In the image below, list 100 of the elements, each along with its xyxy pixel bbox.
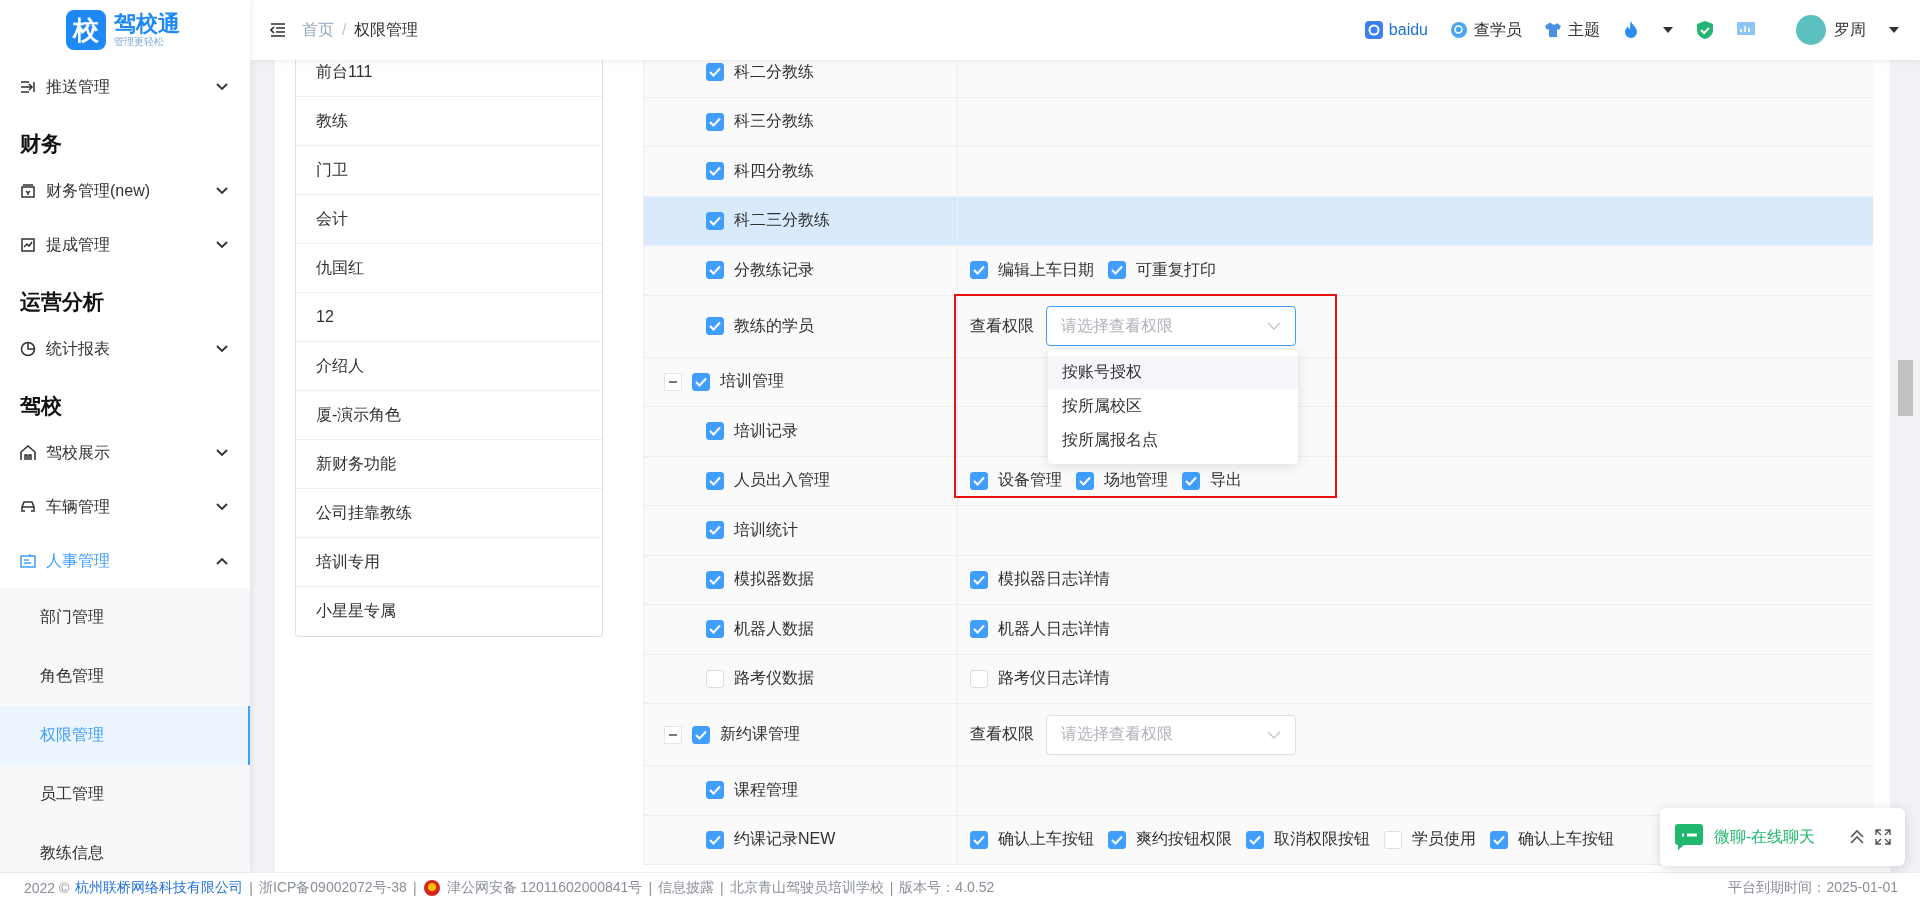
caret-down-icon[interactable] (1888, 26, 1900, 34)
role-item[interactable]: 公司挂靠教练 (296, 489, 602, 538)
building-icon (20, 445, 36, 461)
logo-badge: 校 (66, 10, 106, 50)
checkbox[interactable] (706, 521, 724, 540)
checkbox[interactable] (970, 471, 988, 490)
id-card-icon (20, 553, 36, 569)
collapse-toggle[interactable] (664, 372, 682, 391)
role-item[interactable]: 小星星专属 (296, 587, 602, 636)
permission-label: 路考仪数据 (734, 668, 814, 689)
collapse-toggle[interactable] (664, 725, 682, 744)
checkbox[interactable] (706, 781, 724, 800)
checkbox[interactable] (692, 725, 710, 744)
footer-separator: | (889, 879, 894, 896)
permission-label: 科二三分教练 (734, 210, 830, 231)
sidebar-item[interactable]: 提成管理 (0, 218, 250, 272)
dropdown-option[interactable]: 按所属校区 (1048, 389, 1298, 424)
toolbar-link[interactable]: 主题 (1544, 19, 1600, 41)
checkbox[interactable] (692, 372, 710, 391)
user-name[interactable]: 罗周 (1834, 19, 1866, 41)
breadcrumb-separator: / (342, 21, 347, 39)
chevron-down-icon (216, 449, 228, 457)
checkbox[interactable] (706, 830, 724, 849)
checkbox[interactable] (970, 261, 988, 280)
toolbar-link[interactable]: baidu (1364, 21, 1428, 39)
permission-label: 新约课管理 (720, 724, 800, 744)
sidebar-item[interactable]: 车辆管理 (0, 480, 250, 534)
chart-icon (20, 237, 36, 253)
shirt-icon (1544, 21, 1562, 39)
sidebar-item[interactable]: 财务管理(new) (0, 164, 250, 218)
checkbox[interactable] (706, 63, 724, 82)
checkbox[interactable] (706, 261, 724, 280)
checkbox[interactable] (706, 211, 724, 230)
checkbox[interactable] (706, 162, 724, 181)
footer-text: 版本号：4.0.52 (899, 878, 995, 897)
role-item[interactable]: 前台111 (296, 60, 602, 97)
role-item[interactable]: 厦-演示角色 (296, 391, 602, 440)
permission-label: 人员出入管理 (734, 470, 830, 491)
scrollbar-thumb[interactable] (1897, 360, 1913, 416)
car-icon (20, 499, 36, 515)
sidebar-subitem[interactable]: 员工管理 (0, 765, 250, 824)
role-item[interactable]: 介绍人 (296, 342, 602, 391)
checkbox[interactable] (970, 620, 988, 639)
role-item[interactable]: 会计 (296, 195, 602, 244)
section-heading: 驾校 (19, 393, 63, 419)
checkbox[interactable] (1246, 830, 1264, 849)
checkbox[interactable] (706, 620, 724, 639)
toolbar-link[interactable]: 查学员 (1450, 19, 1522, 41)
footer-text: 信息披露 (658, 878, 714, 897)
option-label: 导出 (1210, 470, 1242, 491)
checkbox[interactable] (1182, 471, 1200, 490)
role-item[interactable]: 培训专用 (296, 538, 602, 587)
role-item[interactable]: 新财务功能 (296, 440, 602, 489)
sidebar-item[interactable]: 统计报表 (0, 322, 250, 376)
chevron-up-icon (216, 557, 228, 565)
role-item[interactable]: 门卫 (296, 146, 602, 195)
option-label: 爽约按钮权限 (1136, 829, 1232, 850)
dropdown-option[interactable]: 按所属报名点 (1048, 423, 1298, 458)
dropdown-option[interactable]: 按账号授权 (1048, 355, 1298, 390)
role-item[interactable]: 教练 (296, 97, 602, 146)
permission-label: 科三分教练 (734, 111, 814, 132)
option-label: 设备管理 (998, 470, 1062, 491)
sidebar-subitem[interactable]: 教练信息 (0, 824, 250, 872)
option-label: 模拟器日志详情 (998, 569, 1110, 590)
checkbox[interactable] (706, 471, 724, 490)
checkbox[interactable] (706, 317, 724, 335)
permission-label: 分教练记录 (734, 259, 814, 280)
sidebar-subitem[interactable]: 角色管理 (0, 647, 250, 706)
sidebar-item[interactable]: 驾校展示 (0, 426, 250, 480)
footer-text: 浙ICP备09002072号-38 (259, 878, 407, 897)
role-item[interactable]: 仇国红 (296, 244, 602, 293)
permission-label: 模拟器数据 (734, 569, 814, 590)
expiry-text: 平台到期时间：2025-01-01 (1728, 878, 1898, 897)
footer-separator: | (412, 879, 417, 896)
double-chevron-up-icon[interactable] (1849, 829, 1865, 845)
permission-label: 培训管理 (720, 371, 784, 392)
emblem-icon (422, 878, 441, 897)
company-link[interactable]: 杭州联桥网络科技有限公司 (75, 878, 244, 897)
checkbox[interactable] (1108, 261, 1126, 280)
checkbox[interactable] (706, 422, 724, 441)
footer-text: 津公网安备 12011602000841号 (446, 878, 643, 897)
caret-down-icon[interactable] (1662, 26, 1674, 34)
sidebar-item[interactable]: 推送管理 (0, 60, 250, 114)
checkbox[interactable] (970, 830, 988, 849)
role-item[interactable]: 12 (296, 293, 602, 342)
chat-bubble-icon (1674, 823, 1704, 851)
chevron-down-icon (216, 503, 228, 511)
shield-icon[interactable] (1696, 20, 1714, 40)
menu-icon[interactable] (270, 23, 286, 37)
sidebar-subitem[interactable]: 部门管理 (0, 588, 250, 647)
field-label: 查看权限 (970, 315, 1034, 336)
expand-icon[interactable] (1875, 829, 1891, 845)
flame-icon (1622, 20, 1640, 40)
checkbox[interactable] (706, 570, 724, 589)
checkbox[interactable] (706, 112, 724, 131)
checkbox[interactable] (970, 570, 988, 589)
permission-label: 培训记录 (734, 420, 798, 441)
checkbox[interactable] (1490, 830, 1508, 849)
checkbox[interactable] (1076, 471, 1094, 490)
checkbox[interactable] (1108, 830, 1126, 849)
